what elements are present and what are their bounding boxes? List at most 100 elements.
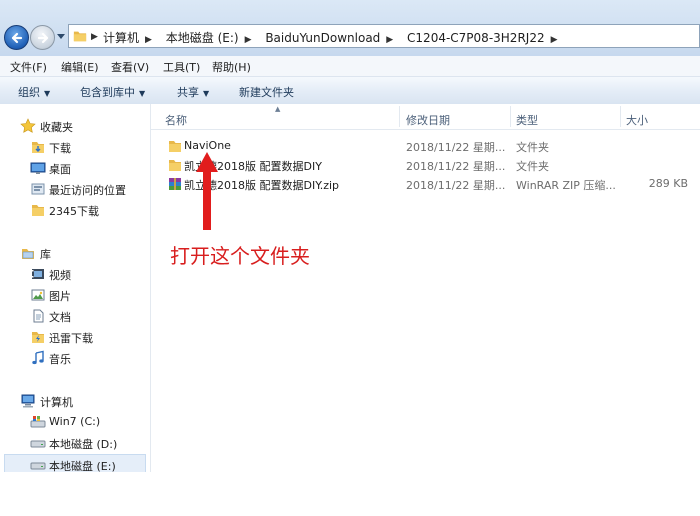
drive-icon bbox=[30, 440, 46, 448]
drive-icon bbox=[30, 462, 46, 470]
nav-item-label: 桌面 bbox=[49, 163, 71, 176]
caret-down-icon: ▼ bbox=[44, 89, 51, 98]
file-row-config-zip[interactable]: 凯立德2018版 配置数据DIY.zip 2018/11/22 星期... Wi… bbox=[151, 174, 700, 193]
nav-item-documents[interactable]: 文档 bbox=[0, 306, 150, 326]
nav-item-drive-c[interactable]: Win7 (C:) bbox=[0, 412, 150, 432]
nav-item-downloads[interactable]: 下载 bbox=[0, 137, 150, 157]
file-date: 2018/11/22 星期... bbox=[406, 179, 506, 192]
file-date: 2018/11/22 星期... bbox=[406, 141, 506, 154]
chevron-right-icon[interactable]: ▶ bbox=[245, 35, 252, 45]
history-dropdown-icon[interactable] bbox=[57, 34, 65, 40]
column-divider[interactable] bbox=[510, 106, 511, 127]
column-divider[interactable] bbox=[620, 106, 621, 127]
nav-item-thunder-downloads[interactable]: 迅雷下载 bbox=[0, 327, 150, 347]
folder-icon bbox=[169, 160, 181, 171]
nav-item-label: 2345下载 bbox=[49, 205, 99, 218]
nav-item-recent-places[interactable]: 最近访问的位置 bbox=[0, 179, 150, 199]
breadcrumb-current-folder[interactable]: C1204-C7P08-3H2RJ22 bbox=[407, 31, 545, 45]
chevron-right-icon[interactable]: ▶ bbox=[145, 35, 152, 45]
nav-item-label: 文档 bbox=[49, 311, 71, 324]
nav-item-label: 图片 bbox=[49, 290, 71, 303]
folder-icon bbox=[169, 141, 181, 152]
menu-help[interactable]: 帮助(H) bbox=[212, 59, 251, 75]
nav-item-label: 迅雷下载 bbox=[49, 332, 93, 345]
nav-item-label: 最近访问的位置 bbox=[49, 184, 126, 197]
folder-icon bbox=[73, 31, 87, 42]
chevron-right-icon[interactable]: ▶ bbox=[551, 35, 558, 45]
nav-item-drive-e[interactable]: 本地磁盘 (E:) bbox=[4, 454, 146, 472]
breadcrumb-computer[interactable]: 计算机 bbox=[103, 29, 139, 46]
chevron-right-icon[interactable]: ▶ bbox=[91, 32, 98, 42]
folder-icon bbox=[32, 205, 44, 216]
breadcrumb-drive-e[interactable]: 本地磁盘 (E:) bbox=[166, 29, 239, 46]
recent-places-icon bbox=[31, 183, 45, 195]
file-list-pane: ▲ 名称 修改日期 类型 大小 NaviOne 2018/11/22 星期...… bbox=[151, 104, 700, 472]
red-arrow-up-icon bbox=[196, 152, 218, 230]
organize-button[interactable]: 组织 ▼ bbox=[18, 84, 50, 100]
nav-item-music[interactable]: 音乐 bbox=[0, 348, 150, 368]
breadcrumb: 计算机 ▶ 本地磁盘 (E:) ▶ BaiduYunDownload ▶ C1204-… bbox=[103, 29, 568, 46]
thunder-download-icon bbox=[32, 332, 44, 343]
column-header-name[interactable]: 名称 bbox=[165, 112, 187, 128]
column-header-date[interactable]: 修改日期 bbox=[406, 112, 450, 128]
nav-item-label: 本地磁盘 (D:) bbox=[49, 438, 118, 451]
nav-item-videos[interactable]: 视频 bbox=[0, 264, 150, 284]
download-folder-icon bbox=[32, 142, 44, 153]
menu-file[interactable]: 文件(F) bbox=[10, 59, 47, 75]
star-icon bbox=[20, 118, 36, 133]
new-folder-button[interactable]: 新建文件夹 bbox=[239, 84, 294, 100]
share-button[interactable]: 共享 ▼ bbox=[177, 84, 209, 100]
share-label: 共享 bbox=[177, 86, 199, 99]
column-divider[interactable] bbox=[399, 106, 400, 127]
command-bar: 组织 ▼ 包含到库中 ▼ 共享 ▼ 新建文件夹 bbox=[0, 77, 700, 105]
library-icon bbox=[22, 249, 34, 259]
nav-favorites[interactable]: 收藏夹 bbox=[0, 116, 150, 136]
menu-tools[interactable]: 工具(T) bbox=[163, 59, 200, 75]
file-date: 2018/11/22 星期... bbox=[406, 160, 506, 173]
nav-item-drive-d[interactable]: 本地磁盘 (D:) bbox=[0, 433, 150, 453]
nav-computer-label: 计算机 bbox=[40, 396, 73, 409]
desktop-icon bbox=[30, 162, 46, 174]
nav-item-label: 音乐 bbox=[49, 353, 71, 366]
file-row-config-folder[interactable]: 凯立德2018版 配置数据DIY 2018/11/22 星期... 文件夹 bbox=[151, 155, 700, 174]
winrar-archive-icon bbox=[169, 178, 181, 190]
caret-down-icon: ▼ bbox=[203, 89, 210, 98]
file-size: 289 KB bbox=[648, 177, 688, 190]
nav-item-desktop[interactable]: 桌面 bbox=[0, 158, 150, 178]
file-type: 文件夹 bbox=[516, 160, 549, 173]
menu-view[interactable]: 查看(V) bbox=[111, 59, 149, 75]
nav-computer[interactable]: 计算机 bbox=[0, 391, 150, 411]
nav-item-label: 下载 bbox=[49, 142, 71, 155]
arrow-right-icon bbox=[37, 32, 49, 44]
instruction-annotation: 打开这个文件夹 bbox=[170, 244, 310, 268]
file-type: 文件夹 bbox=[516, 141, 549, 154]
nav-libraries[interactable]: 库 bbox=[0, 243, 150, 263]
include-library-label: 包含到库中 bbox=[80, 86, 135, 99]
address-bar[interactable]: ▶ 计算机 ▶ 本地磁盘 (E:) ▶ BaiduYunDownload ▶ C120… bbox=[68, 24, 700, 48]
column-header-type[interactable]: 类型 bbox=[516, 112, 538, 128]
menu-bar: 文件(F) 编辑(E) 查看(V) 工具(T) 帮助(H) bbox=[0, 56, 700, 77]
documents-icon bbox=[33, 309, 44, 323]
sort-indicator-icon: ▲ bbox=[275, 105, 281, 113]
include-in-library-button[interactable]: 包含到库中 ▼ bbox=[80, 84, 145, 100]
arrow-left-icon bbox=[11, 32, 23, 44]
column-header-row: ▲ 名称 修改日期 类型 大小 bbox=[151, 104, 700, 130]
forward-button[interactable] bbox=[30, 25, 55, 50]
column-header-size[interactable]: 大小 bbox=[626, 112, 648, 128]
file-name: NaviOne bbox=[184, 139, 231, 152]
chevron-right-icon[interactable]: ▶ bbox=[386, 35, 393, 45]
nav-item-label: Win7 (C:) bbox=[49, 415, 101, 428]
file-type: WinRAR ZIP 压缩... bbox=[516, 179, 616, 192]
file-row-navione[interactable]: NaviOne 2018/11/22 星期... 文件夹 bbox=[151, 136, 700, 155]
navigation-pane: 收藏夹 下载 桌面 最近访问的位置 2345下载 库 视频 图片 文档 迅雷下载… bbox=[0, 104, 151, 472]
explorer-window: ▶ 计算机 ▶ 本地磁盘 (E:) ▶ BaiduYunDownload ▶ C120… bbox=[0, 0, 700, 472]
organize-label: 组织 bbox=[18, 86, 40, 99]
menu-edit[interactable]: 编辑(E) bbox=[61, 59, 99, 75]
back-button[interactable] bbox=[4, 25, 29, 50]
nav-item-2345-downloads[interactable]: 2345下载 bbox=[0, 200, 150, 220]
video-icon bbox=[32, 269, 44, 279]
pictures-icon bbox=[31, 289, 45, 301]
breadcrumb-baiduyundownload[interactable]: BaiduYunDownload bbox=[265, 31, 380, 45]
nav-item-pictures[interactable]: 图片 bbox=[0, 285, 150, 305]
nav-libraries-label: 库 bbox=[40, 248, 51, 261]
